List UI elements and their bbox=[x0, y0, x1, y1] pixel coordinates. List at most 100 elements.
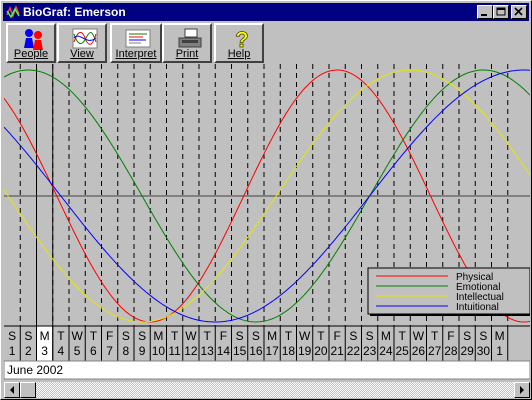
day-number-label: 6 bbox=[90, 344, 97, 358]
horizontal-scrollbar[interactable] bbox=[4, 382, 530, 398]
printer-icon bbox=[178, 28, 202, 48]
maximize-icon bbox=[496, 7, 506, 16]
day-number-label: 8 bbox=[123, 344, 130, 358]
print-button[interactable]: Print bbox=[162, 23, 212, 63]
interpret-button[interactable]: Interpret bbox=[110, 23, 162, 63]
day-number-label: 9 bbox=[139, 344, 146, 358]
day-of-week-label: W bbox=[413, 329, 425, 343]
scroll-right-button[interactable] bbox=[514, 382, 530, 398]
month-band bbox=[3, 360, 531, 380]
day-of-week-label: S bbox=[122, 329, 130, 343]
minimize-icon bbox=[481, 14, 487, 16]
day-number-label: 25 bbox=[395, 344, 409, 358]
day-number-label: 29 bbox=[460, 344, 474, 358]
day-of-week-label: M bbox=[40, 329, 50, 343]
day-of-week-label: T bbox=[171, 329, 179, 343]
day-of-week-label: F bbox=[333, 329, 340, 343]
day-of-week-label: M bbox=[381, 329, 391, 343]
day-of-week-label: T bbox=[317, 329, 325, 343]
maximize-button[interactable] bbox=[493, 5, 509, 19]
day-number-label: 14 bbox=[217, 344, 231, 358]
interpret-label: Interpret bbox=[115, 48, 157, 60]
app-window: BioGraf: Emerson People View Interpret P… bbox=[0, 0, 532, 400]
day-of-week-label: S bbox=[236, 329, 244, 343]
day-number-label: 28 bbox=[444, 344, 458, 358]
day-of-week-label: F bbox=[106, 329, 113, 343]
scroll-track[interactable] bbox=[20, 382, 514, 398]
day-of-week-label: S bbox=[463, 329, 471, 343]
day-number-label: 26 bbox=[412, 344, 426, 358]
day-number-label: 1 bbox=[9, 344, 16, 358]
day-of-week-label: S bbox=[138, 329, 146, 343]
day-number-label: 27 bbox=[428, 344, 442, 358]
day-of-week-label: T bbox=[90, 329, 98, 343]
day-of-week-label: S bbox=[8, 329, 16, 343]
legend-box bbox=[367, 267, 531, 315]
biorhythm-chart[interactable]: PhysicalEmotionalIntellectualIntuitional… bbox=[3, 64, 532, 381]
day-number-label: 7 bbox=[106, 344, 113, 358]
biograf-app-icon bbox=[6, 5, 20, 19]
day-number-label: 17 bbox=[265, 344, 279, 358]
view-label: View bbox=[70, 48, 94, 60]
people-icon bbox=[24, 29, 43, 50]
day-number-label: 2 bbox=[25, 344, 32, 358]
day-of-week-label: W bbox=[71, 329, 83, 343]
help-label: Help bbox=[227, 48, 251, 60]
day-of-week-label: M bbox=[267, 329, 277, 343]
day-of-week-label: S bbox=[479, 329, 487, 343]
day-of-week-label: T bbox=[398, 329, 406, 343]
day-of-week-label: T bbox=[203, 329, 211, 343]
window-title: BioGraf: Emerson bbox=[23, 5, 126, 19]
close-icon bbox=[514, 7, 523, 16]
view-icon bbox=[72, 28, 98, 49]
day-of-week-label: M bbox=[153, 329, 163, 343]
day-of-week-label: T bbox=[431, 329, 439, 343]
scroll-left-button[interactable] bbox=[4, 382, 20, 398]
day-number-label: 20 bbox=[314, 344, 328, 358]
svg-text:?: ? bbox=[235, 28, 248, 50]
day-number-label: 24 bbox=[379, 344, 393, 358]
print-label: Print bbox=[175, 48, 199, 60]
day-number-label: 16 bbox=[249, 344, 263, 358]
day-of-week-label: S bbox=[252, 329, 260, 343]
day-of-week-label: F bbox=[220, 329, 227, 343]
day-of-week-label: W bbox=[185, 329, 197, 343]
view-button[interactable]: View bbox=[57, 23, 107, 63]
legend-label-intuitional: Intuitional bbox=[456, 302, 499, 313]
day-of-week-label: S bbox=[24, 329, 32, 343]
people-label: People bbox=[13, 48, 49, 60]
day-number-label: 10 bbox=[152, 344, 166, 358]
day-of-week-label: S bbox=[366, 329, 374, 343]
day-number-label: 1 bbox=[496, 344, 503, 358]
scroll-thumb[interactable] bbox=[20, 382, 36, 398]
close-button[interactable] bbox=[511, 5, 527, 19]
day-number-label: 18 bbox=[282, 344, 296, 358]
day-number-label: 22 bbox=[347, 344, 361, 358]
day-number-label: 3 bbox=[41, 344, 48, 358]
day-of-week-label: S bbox=[349, 329, 357, 343]
biorhythm-chart-area[interactable]: Physical Emotional Intellectual Intuitional… bbox=[3, 64, 532, 381]
day-number-label: 19 bbox=[298, 344, 312, 358]
interpret-icon bbox=[125, 29, 151, 48]
help-question-icon: ? bbox=[235, 28, 249, 50]
minimize-button[interactable] bbox=[477, 5, 493, 19]
day-number-label: 11 bbox=[168, 344, 181, 358]
day-of-week-label: F bbox=[447, 329, 454, 343]
help-button[interactable]: ? Help bbox=[214, 23, 264, 63]
month-label: June 2002 bbox=[7, 363, 63, 377]
day-of-week-label: W bbox=[299, 329, 311, 343]
day-number-label: 15 bbox=[233, 344, 247, 358]
day-number-label: 23 bbox=[363, 344, 377, 358]
day-number-label: 12 bbox=[184, 344, 198, 358]
title-bar[interactable]: BioGraf: Emerson bbox=[3, 3, 529, 21]
toolbar: People View Interpret Print ? Help bbox=[3, 22, 529, 64]
day-of-week-label: T bbox=[57, 329, 65, 343]
day-of-week-label: T bbox=[285, 329, 293, 343]
day-number-label: 21 bbox=[330, 344, 344, 358]
people-button[interactable]: People bbox=[6, 23, 56, 63]
arrow-right-icon bbox=[520, 386, 524, 394]
arrow-left-icon bbox=[10, 386, 14, 394]
day-number-label: 5 bbox=[74, 344, 81, 358]
day-number-label: 4 bbox=[58, 344, 65, 358]
day-number-label: 30 bbox=[477, 344, 491, 358]
